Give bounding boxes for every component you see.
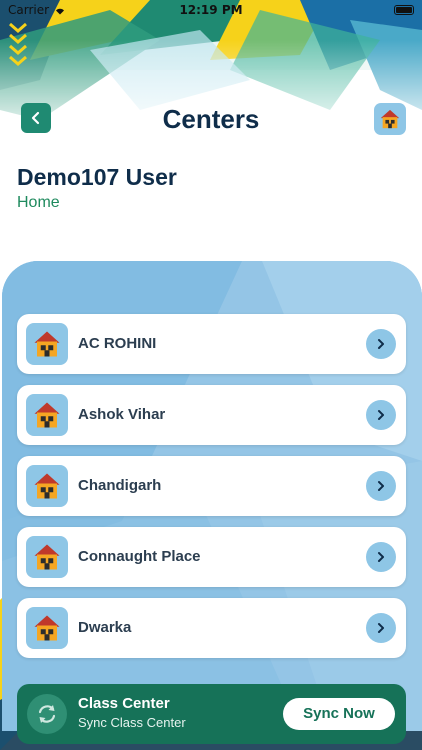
list-item[interactable]: AC ROHINI [17,314,406,374]
center-name: Ashok Vihar [78,406,166,423]
center-name: Chandigarh [78,477,162,494]
house-icon [26,465,68,507]
clock: 12:19 PM [179,3,243,17]
page-title: Centers [162,104,260,134]
chevron-right-icon[interactable] [366,400,396,430]
status-bar: Carrier 12:19 PM [0,0,422,22]
list-item[interactable]: Connaught Place [17,527,406,587]
home-button[interactable] [374,103,406,135]
sync-icon [27,694,67,734]
house-icon [26,607,68,649]
center-name: AC ROHINI [78,335,157,352]
list-item[interactable]: Chandigarh [17,456,406,516]
center-name: Connaught Place [78,548,201,565]
chevron-right-icon[interactable] [366,329,396,359]
list-item[interactable]: Ashok Vihar [17,385,406,445]
house-icon [380,109,400,129]
sync-title: Class Center [78,695,170,712]
chevron-right-icon[interactable] [366,471,396,501]
user-name: Demo107 User [17,164,177,190]
chevron-right-icon[interactable] [366,613,396,643]
house-icon [26,323,68,365]
list-item[interactable]: Dwarka [17,598,406,658]
center-name: Dwarka [78,619,132,636]
breadcrumb[interactable]: Home [17,194,60,212]
sync-now-button[interactable]: Sync Now [283,698,395,730]
sync-subtitle: Sync Class Center [78,715,186,730]
house-icon [26,394,68,436]
house-icon [26,536,68,578]
battery-icon [394,5,414,15]
sync-bar: Class Center Sync Class Center Sync Now [17,684,406,744]
chevron-right-icon[interactable] [366,542,396,572]
